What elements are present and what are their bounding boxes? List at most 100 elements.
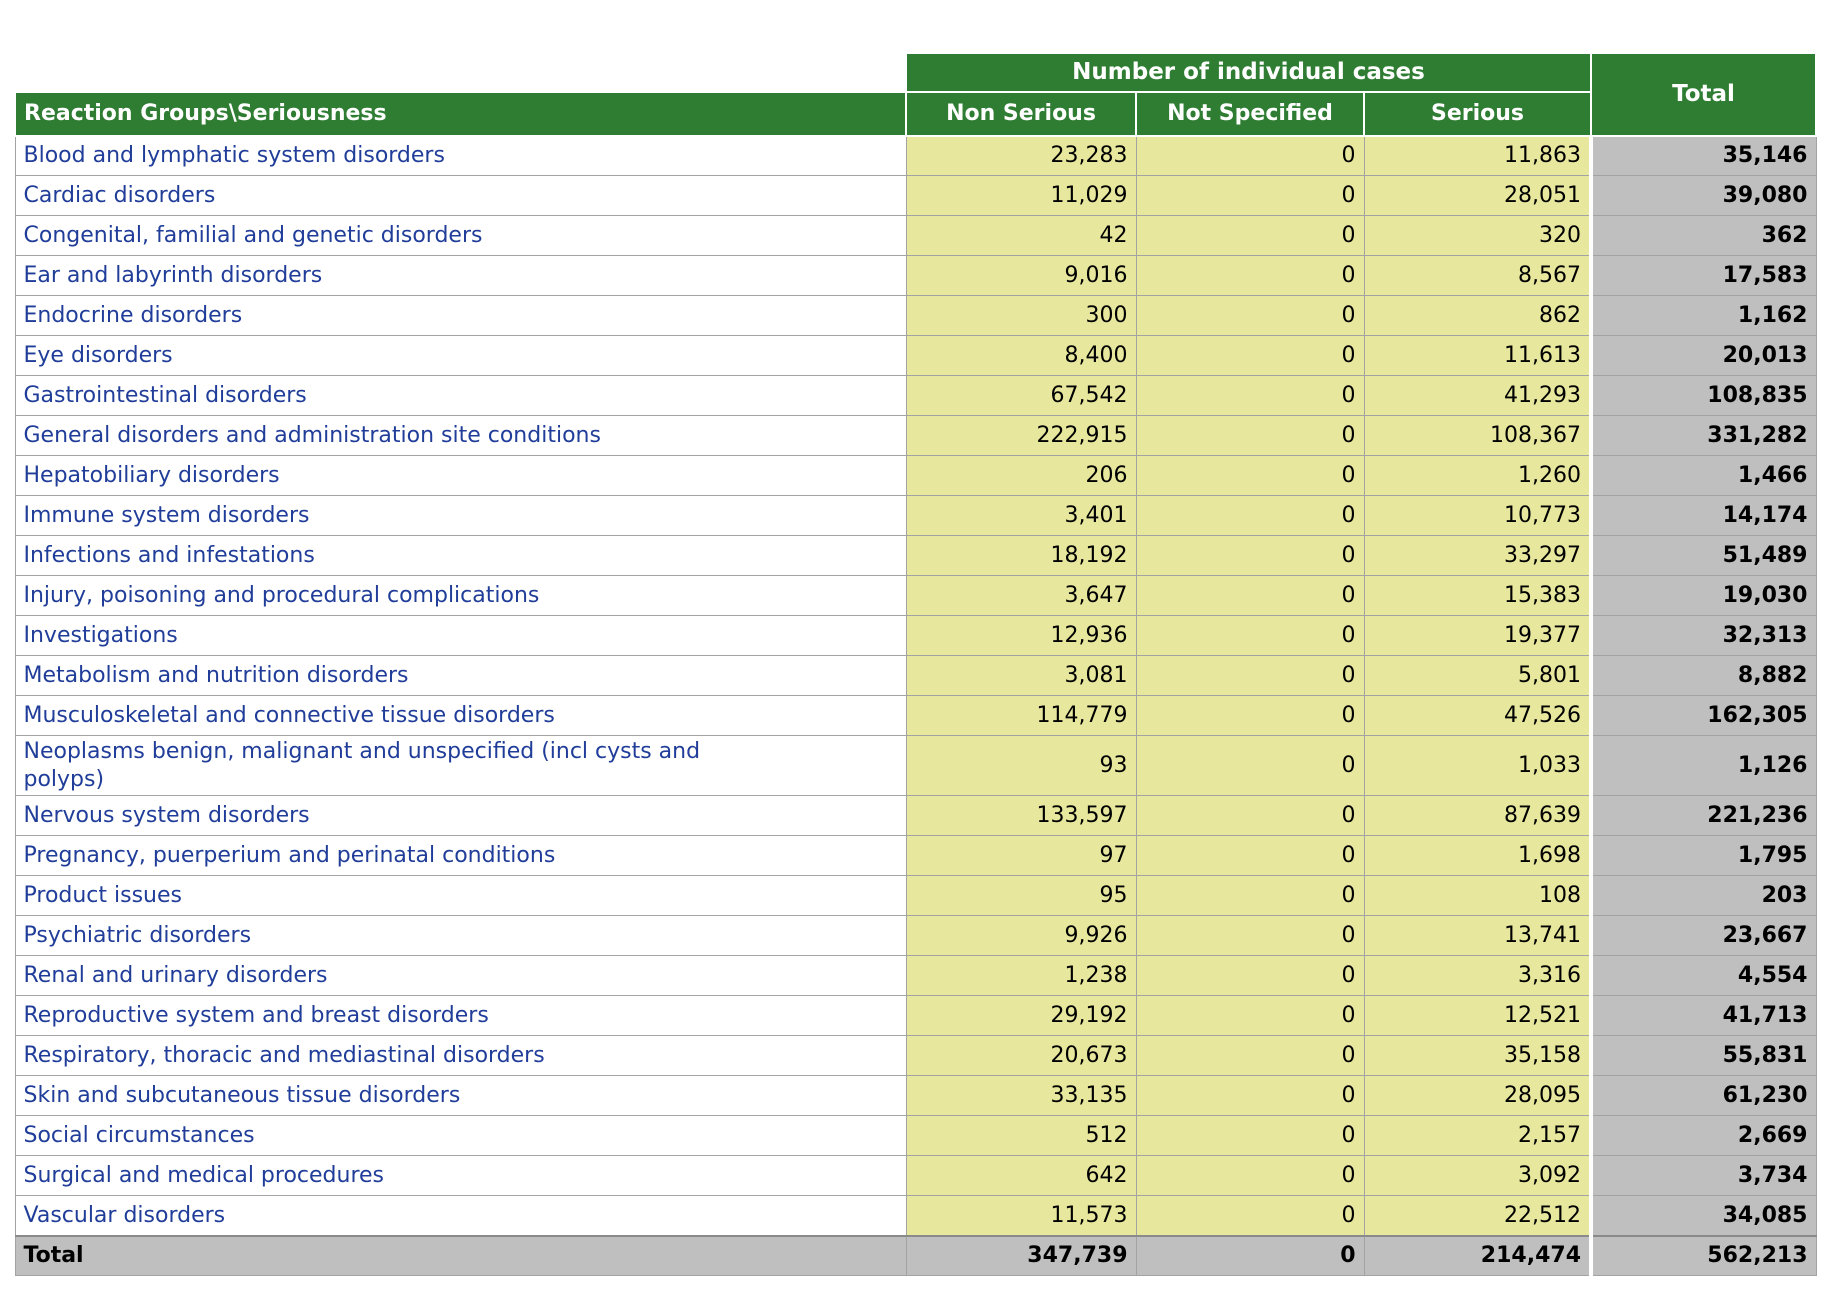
reaction-group-label[interactable]: Skin and subcutaneous tissue disorders bbox=[15, 1076, 906, 1116]
total-non-serious-value: 347,739 bbox=[906, 1236, 1136, 1276]
reaction-group-label[interactable]: Surgical and medical procedures bbox=[15, 1156, 906, 1196]
not-specified-value: 0 bbox=[1136, 736, 1364, 796]
row-total-value: 39,080 bbox=[1591, 176, 1816, 216]
serious-value: 11,863 bbox=[1364, 136, 1591, 176]
serious-value: 5,801 bbox=[1364, 656, 1591, 696]
reaction-group-label[interactable]: Injury, poisoning and procedural complic… bbox=[15, 576, 906, 616]
non-serious-value: 512 bbox=[906, 1116, 1136, 1156]
row-total-value: 1,126 bbox=[1591, 736, 1816, 796]
table-row: Injury, poisoning and procedural complic… bbox=[15, 576, 1816, 616]
reaction-group-label[interactable]: Psychiatric disorders bbox=[15, 916, 906, 956]
serious-value: 3,092 bbox=[1364, 1156, 1591, 1196]
not-specified-value: 0 bbox=[1136, 916, 1364, 956]
col-header-not-specified: Not Specified bbox=[1136, 92, 1364, 136]
non-serious-value: 93 bbox=[906, 736, 1136, 796]
table-row: Skin and subcutaneous tissue disorders33… bbox=[15, 1076, 1816, 1116]
reaction-group-label[interactable]: Nervous system disorders bbox=[15, 796, 906, 836]
non-serious-value: 12,936 bbox=[906, 616, 1136, 656]
reaction-group-label[interactable]: Gastrointestinal disorders bbox=[15, 376, 906, 416]
row-total-value: 32,313 bbox=[1591, 616, 1816, 656]
serious-value: 862 bbox=[1364, 296, 1591, 336]
non-serious-value: 3,081 bbox=[906, 656, 1136, 696]
reaction-groups-seriousness-table: Number of individual cases Total Reactio… bbox=[14, 52, 1817, 1276]
reaction-group-label[interactable]: Blood and lymphatic system disorders bbox=[15, 136, 906, 176]
non-serious-value: 97 bbox=[906, 836, 1136, 876]
not-specified-value: 0 bbox=[1136, 136, 1364, 176]
table-row: General disorders and administration sit… bbox=[15, 416, 1816, 456]
reaction-group-label[interactable]: Pregnancy, puerperium and perinatal cond… bbox=[15, 836, 906, 876]
reaction-group-label[interactable]: Infections and infestations bbox=[15, 536, 906, 576]
table-row: Psychiatric disorders9,926013,74123,667 bbox=[15, 916, 1816, 956]
reaction-group-label[interactable]: Cardiac disorders bbox=[15, 176, 906, 216]
non-serious-value: 23,283 bbox=[906, 136, 1136, 176]
total-row-label: Total bbox=[15, 1236, 906, 1276]
row-total-value: 4,554 bbox=[1591, 956, 1816, 996]
table-row: Vascular disorders11,573022,51234,085 bbox=[15, 1196, 1816, 1236]
row-total-value: 51,489 bbox=[1591, 536, 1816, 576]
reaction-group-label[interactable]: Endocrine disorders bbox=[15, 296, 906, 336]
reaction-group-label[interactable]: Neoplasms benign, malignant and unspecif… bbox=[15, 736, 906, 796]
header-spacer bbox=[15, 53, 906, 92]
not-specified-value: 0 bbox=[1136, 796, 1364, 836]
reaction-group-label[interactable]: Musculoskeletal and connective tissue di… bbox=[15, 696, 906, 736]
serious-value: 1,260 bbox=[1364, 456, 1591, 496]
table-row: Eye disorders8,400011,61320,013 bbox=[15, 336, 1816, 376]
table-row: Respiratory, thoracic and mediastinal di… bbox=[15, 1036, 1816, 1076]
serious-value: 33,297 bbox=[1364, 536, 1591, 576]
reaction-group-label[interactable]: Renal and urinary disorders bbox=[15, 956, 906, 996]
reaction-group-label[interactable]: Vascular disorders bbox=[15, 1196, 906, 1236]
serious-value: 1,698 bbox=[1364, 836, 1591, 876]
not-specified-value: 0 bbox=[1136, 496, 1364, 536]
non-serious-value: 67,542 bbox=[906, 376, 1136, 416]
not-specified-value: 0 bbox=[1136, 876, 1364, 916]
reaction-group-label[interactable]: Eye disorders bbox=[15, 336, 906, 376]
not-specified-value: 0 bbox=[1136, 256, 1364, 296]
table-row: Reproductive system and breast disorders… bbox=[15, 996, 1816, 1036]
reaction-group-label[interactable]: Respiratory, thoracic and mediastinal di… bbox=[15, 1036, 906, 1076]
reaction-group-label[interactable]: Hepatobiliary disorders bbox=[15, 456, 906, 496]
reaction-group-label[interactable]: Ear and labyrinth disorders bbox=[15, 256, 906, 296]
reaction-group-label[interactable]: Immune system disorders bbox=[15, 496, 906, 536]
row-total-value: 2,669 bbox=[1591, 1116, 1816, 1156]
reaction-group-label[interactable]: Social circumstances bbox=[15, 1116, 906, 1156]
reaction-group-label[interactable]: Product issues bbox=[15, 876, 906, 916]
not-specified-value: 0 bbox=[1136, 996, 1364, 1036]
not-specified-value: 0 bbox=[1136, 216, 1364, 256]
reaction-group-label[interactable]: General disorders and administration sit… bbox=[15, 416, 906, 456]
serious-value: 28,051 bbox=[1364, 176, 1591, 216]
col-header-serious: Serious bbox=[1364, 92, 1591, 136]
reaction-group-label[interactable]: Metabolism and nutrition disorders bbox=[15, 656, 906, 696]
non-serious-value: 11,573 bbox=[906, 1196, 1136, 1236]
grand-total-value: 562,213 bbox=[1591, 1236, 1816, 1276]
not-specified-value: 0 bbox=[1136, 696, 1364, 736]
table-row: Product issues950108203 bbox=[15, 876, 1816, 916]
reaction-group-label[interactable]: Investigations bbox=[15, 616, 906, 656]
table-row: Hepatobiliary disorders20601,2601,466 bbox=[15, 456, 1816, 496]
non-serious-value: 9,016 bbox=[906, 256, 1136, 296]
serious-value: 11,613 bbox=[1364, 336, 1591, 376]
serious-value: 19,377 bbox=[1364, 616, 1591, 656]
non-serious-value: 18,192 bbox=[906, 536, 1136, 576]
non-serious-value: 11,029 bbox=[906, 176, 1136, 216]
reaction-group-label[interactable]: Congenital, familial and genetic disorde… bbox=[15, 216, 906, 256]
not-specified-value: 0 bbox=[1136, 336, 1364, 376]
table-row: Renal and urinary disorders1,23803,3164,… bbox=[15, 956, 1816, 996]
serious-value: 320 bbox=[1364, 216, 1591, 256]
row-total-value: 362 bbox=[1591, 216, 1816, 256]
reaction-group-label[interactable]: Reproductive system and breast disorders bbox=[15, 996, 906, 1036]
serious-value: 108,367 bbox=[1364, 416, 1591, 456]
serious-value: 35,158 bbox=[1364, 1036, 1591, 1076]
not-specified-value: 0 bbox=[1136, 1036, 1364, 1076]
row-total-value: 162,305 bbox=[1591, 696, 1816, 736]
row-total-value: 55,831 bbox=[1591, 1036, 1816, 1076]
row-total-value: 1,466 bbox=[1591, 456, 1816, 496]
table-header: Number of individual cases Total Reactio… bbox=[15, 53, 1816, 136]
row-total-value: 41,713 bbox=[1591, 996, 1816, 1036]
serious-value: 10,773 bbox=[1364, 496, 1591, 536]
serious-value: 1,033 bbox=[1364, 736, 1591, 796]
table-row: Neoplasms benign, malignant and unspecif… bbox=[15, 736, 1816, 796]
serious-value: 12,521 bbox=[1364, 996, 1591, 1036]
non-serious-value: 222,915 bbox=[906, 416, 1136, 456]
serious-value: 13,741 bbox=[1364, 916, 1591, 956]
header-row-1: Number of individual cases Total bbox=[15, 53, 1816, 92]
